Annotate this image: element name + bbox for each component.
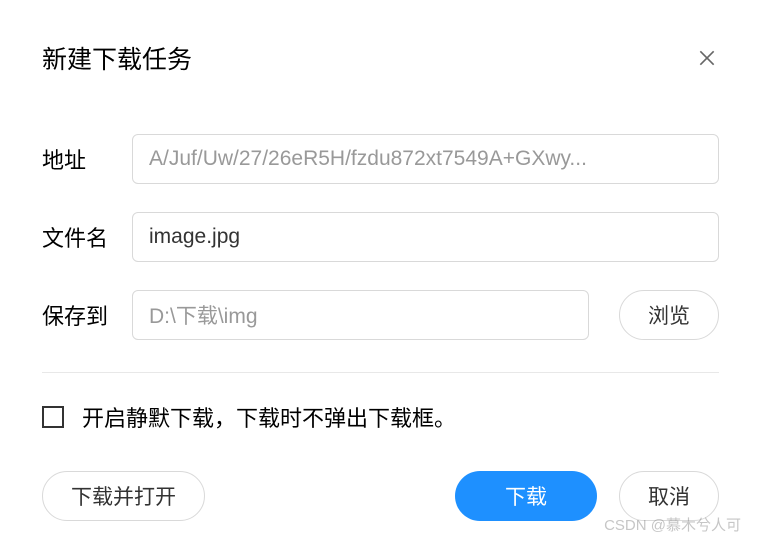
filename-label: 文件名 [42,221,114,253]
cancel-button[interactable]: 取消 [619,471,719,521]
dialog-title: 新建下载任务 [42,40,192,76]
url-label: 地址 [42,143,114,175]
download-open-button[interactable]: 下载并打开 [42,471,205,521]
savepath-row: 保存到 D:\下载\img 浏览 [42,290,719,340]
download-dialog: 新建下载任务 地址 A/Juf/Uw/27/26eR5H/fzdu872xt75… [0,0,761,547]
filename-row: 文件名 [42,212,719,262]
savepath-label: 保存到 [42,299,114,331]
silent-download-label: 开启静默下载，下载时不弹出下载框。 [82,401,456,433]
button-row: 下载并打开 下载 取消 [42,471,719,521]
url-input[interactable]: A/Juf/Uw/27/26eR5H/fzdu872xt7549A+GXwy..… [132,134,719,184]
savepath-input[interactable]: D:\下载\img [132,290,589,340]
url-row: 地址 A/Juf/Uw/27/26eR5H/fzdu872xt7549A+GXw… [42,134,719,184]
dialog-header: 新建下载任务 [42,40,719,76]
close-icon [697,48,717,68]
browse-button[interactable]: 浏览 [619,290,719,340]
close-button[interactable] [695,46,719,70]
download-button[interactable]: 下载 [455,471,597,521]
filename-input[interactable] [132,212,719,262]
silent-download-row: 开启静默下载，下载时不弹出下载框。 [42,401,719,433]
divider [42,372,719,373]
silent-download-checkbox[interactable] [42,406,64,428]
